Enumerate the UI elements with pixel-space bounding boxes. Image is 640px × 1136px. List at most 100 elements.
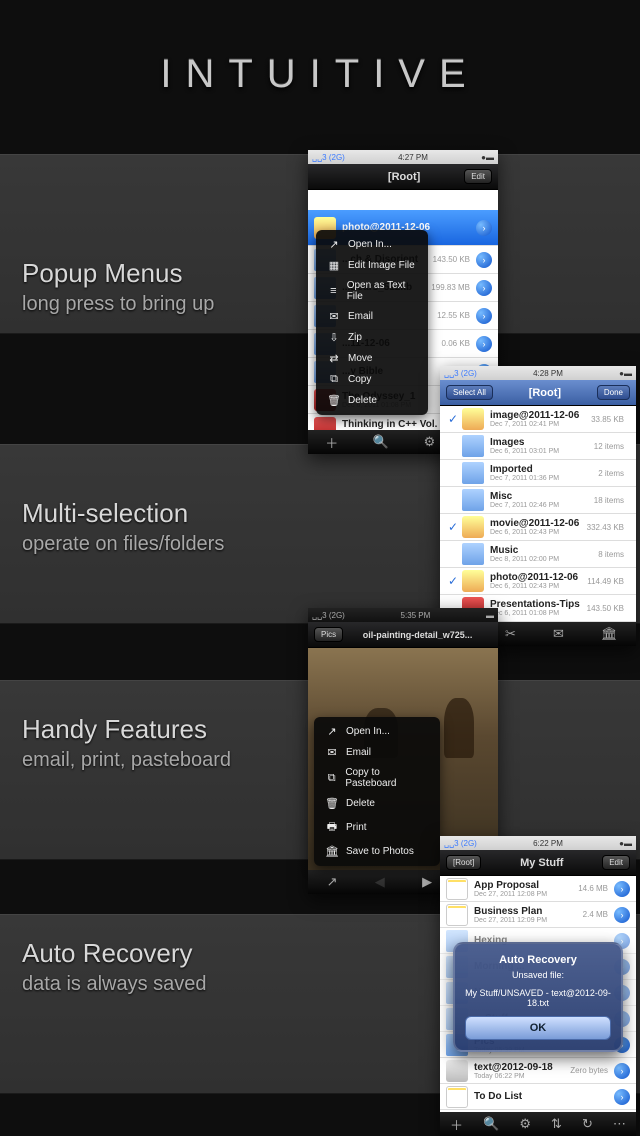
menu-label: Copy to Pasteboard <box>345 767 430 789</box>
menu-item[interactable]: ⧉ Copy <box>316 369 428 390</box>
toolbar-icon[interactable]: ✉ <box>553 626 564 642</box>
add-icon[interactable]: ＋ <box>325 433 338 452</box>
disclosure-icon[interactable]: › <box>614 1063 630 1079</box>
menu-item[interactable]: ⇄ Move <box>316 348 428 369</box>
table-row[interactable]: Misc Dec 7, 2011 02:46 PM 18 items <box>440 487 636 514</box>
toolbar-icon[interactable]: ＋ <box>450 1115 463 1134</box>
menu-item[interactable]: 🖶 Print <box>314 814 440 841</box>
file-name: Misc <box>490 491 594 502</box>
disclosure-icon[interactable]: › <box>614 881 630 897</box>
toolbar-icon[interactable]: 🔍 <box>483 1116 499 1132</box>
checkbox[interactable] <box>446 439 460 453</box>
edit-button[interactable]: Edit <box>464 169 492 184</box>
status-bar: ␣␣3 (2G) 4:28 PM ●▬ <box>440 366 636 380</box>
menu-item[interactable]: ✉ Email <box>316 306 428 327</box>
gear-icon[interactable]: ⚙ <box>424 434 436 450</box>
menu-item[interactable]: 🗑 Delete <box>314 793 440 814</box>
ok-button[interactable]: OK <box>465 1016 611 1040</box>
table-row[interactable]: Business Plan Dec 27, 2011 12:09 PM 2.4 … <box>440 902 636 928</box>
nav-bar: Select All [Root] Done <box>440 380 636 406</box>
menu-icon: ✉ <box>326 310 342 323</box>
edit-button[interactable]: Edit <box>602 855 630 870</box>
disclosure-icon[interactable]: › <box>476 252 492 268</box>
toolbar-icon[interactable]: ⋯ <box>613 1116 626 1132</box>
file-list[interactable]: App Proposal Dec 27, 2011 12:08 PM 14.6 … <box>440 876 636 1112</box>
carrier-label: ␣␣3 (2G) <box>444 369 477 378</box>
file-icon <box>446 904 468 926</box>
checkbox[interactable] <box>446 466 460 480</box>
play-icon[interactable]: ▶ <box>422 874 432 890</box>
menu-label: Zip <box>348 332 362 343</box>
table-row[interactable]: Imported Dec 7, 2011 01:36 PM 2 items <box>440 460 636 487</box>
table-row[interactable]: Images Dec 6, 2011 03:01 PM 12 items <box>440 433 636 460</box>
disclosure-icon[interactable]: › <box>476 220 492 236</box>
table-row[interactable]: ✓ image@2011-12-06 Dec 7, 2011 02:41 PM … <box>440 406 636 433</box>
alert-subtitle: Unsaved file: <box>465 970 611 980</box>
checkbox[interactable] <box>446 493 460 507</box>
file-icon <box>446 878 468 900</box>
file-list[interactable]: ✓ image@2011-12-06 Dec 7, 2011 02:41 PM … <box>440 406 636 622</box>
menu-icon: ⧉ <box>324 772 339 785</box>
menu-item[interactable]: ⧉ Copy to Pasteboard <box>314 763 440 793</box>
nav-title: [Root] <box>388 171 420 183</box>
menu-icon: 🗑 <box>324 797 340 810</box>
menu-icon: 🗑 <box>326 394 342 407</box>
table-row[interactable]: To Do List › <box>440 1084 636 1110</box>
section-sub: email, print, pasteboard <box>22 749 231 772</box>
table-row[interactable] <box>308 190 498 210</box>
file-size: 143.50 KB <box>587 604 624 613</box>
file-meta: Dec 7, 2011 02:46 PM <box>490 502 594 509</box>
battery-icon: ●▬ <box>619 839 632 848</box>
table-row[interactable]: text@2012-09-18 Today 06:22 PM Zero byte… <box>440 1058 636 1084</box>
toolbar-icon[interactable]: ⇅ <box>551 1116 562 1132</box>
nav-bar: Pics oil-painting-detail_w725... <box>308 622 498 648</box>
disclosure-icon[interactable]: › <box>476 308 492 324</box>
file-size: 12 items <box>594 442 624 451</box>
checkbox[interactable] <box>446 547 460 561</box>
table-row[interactable]: Music Dec 8, 2011 02:00 PM 8 items <box>440 541 636 568</box>
checkbox[interactable]: ✓ <box>446 520 460 534</box>
menu-item[interactable]: ▦ Edit Image File <box>316 255 428 276</box>
table-row[interactable]: App Proposal Dec 27, 2011 12:08 PM 14.6 … <box>440 876 636 902</box>
context-menu[interactable]: ↗ Open In... ✉ Email ⧉ Copy to Pasteboar… <box>314 717 440 866</box>
menu-item[interactable]: ✉ Email <box>314 742 440 763</box>
battery-icon: ●▬ <box>481 153 494 162</box>
section-sub: operate on files/folders <box>22 533 224 556</box>
back-button[interactable]: [Root] <box>446 855 481 870</box>
checkbox[interactable]: ✓ <box>446 412 460 426</box>
disclosure-icon[interactable]: › <box>476 336 492 352</box>
file-meta: Dec 7, 2011 01:36 PM <box>490 475 598 482</box>
select-all-button[interactable]: Select All <box>446 385 493 400</box>
share-icon[interactable]: ↗ <box>327 874 338 890</box>
file-name: Business Plan <box>474 906 583 917</box>
file-icon <box>446 1086 468 1108</box>
toolbar-icon[interactable]: ⚙ <box>519 1116 531 1132</box>
menu-icon: ↗ <box>324 725 340 738</box>
table-row[interactable]: ✓ movie@2011-12-06 Dec 6, 2011 02:43 PM … <box>440 514 636 541</box>
status-bar: ␣␣3 (2G) 5:35 PM ▬ <box>308 608 498 622</box>
menu-item[interactable]: ≡ Open as Text File <box>316 276 428 306</box>
disclosure-icon[interactable]: › <box>614 907 630 923</box>
menu-item[interactable]: ↗ Open In... <box>314 721 440 742</box>
back-button[interactable]: Pics <box>314 627 343 642</box>
toolbar-icon[interactable]: ✂ <box>505 626 516 642</box>
done-button[interactable]: Done <box>597 385 630 400</box>
toolbar-icon[interactable]: 🏛 <box>601 626 618 642</box>
disclosure-icon[interactable]: › <box>614 1089 630 1105</box>
toolbar-icon[interactable]: ↻ <box>582 1116 593 1132</box>
table-row[interactable]: ✓ photo@2011-12-06 Dec 6, 2011 02:43 PM … <box>440 568 636 595</box>
file-icon <box>462 489 484 511</box>
menu-item[interactable]: 🏛 Save to Photos <box>314 841 440 862</box>
menu-icon: ≡ <box>326 285 341 297</box>
checkbox[interactable]: ✓ <box>446 574 460 588</box>
file-name: image@2011-12-06 <box>490 410 591 421</box>
menu-item[interactable]: ⇩ Zip <box>316 327 428 348</box>
file-icon <box>462 543 484 565</box>
search-icon[interactable]: 🔍 <box>373 434 389 450</box>
disclosure-icon[interactable]: › <box>476 280 492 296</box>
menu-item[interactable]: ↗ Open In... <box>316 234 428 255</box>
menu-item[interactable]: 🗑 Delete <box>316 390 428 411</box>
file-meta: Today 06:22 PM <box>474 1073 570 1080</box>
context-menu[interactable]: ↗ Open In... ▦ Edit Image File ≡ Open as… <box>316 230 428 415</box>
nav-bar: [Root] My Stuff Edit <box>440 850 636 876</box>
